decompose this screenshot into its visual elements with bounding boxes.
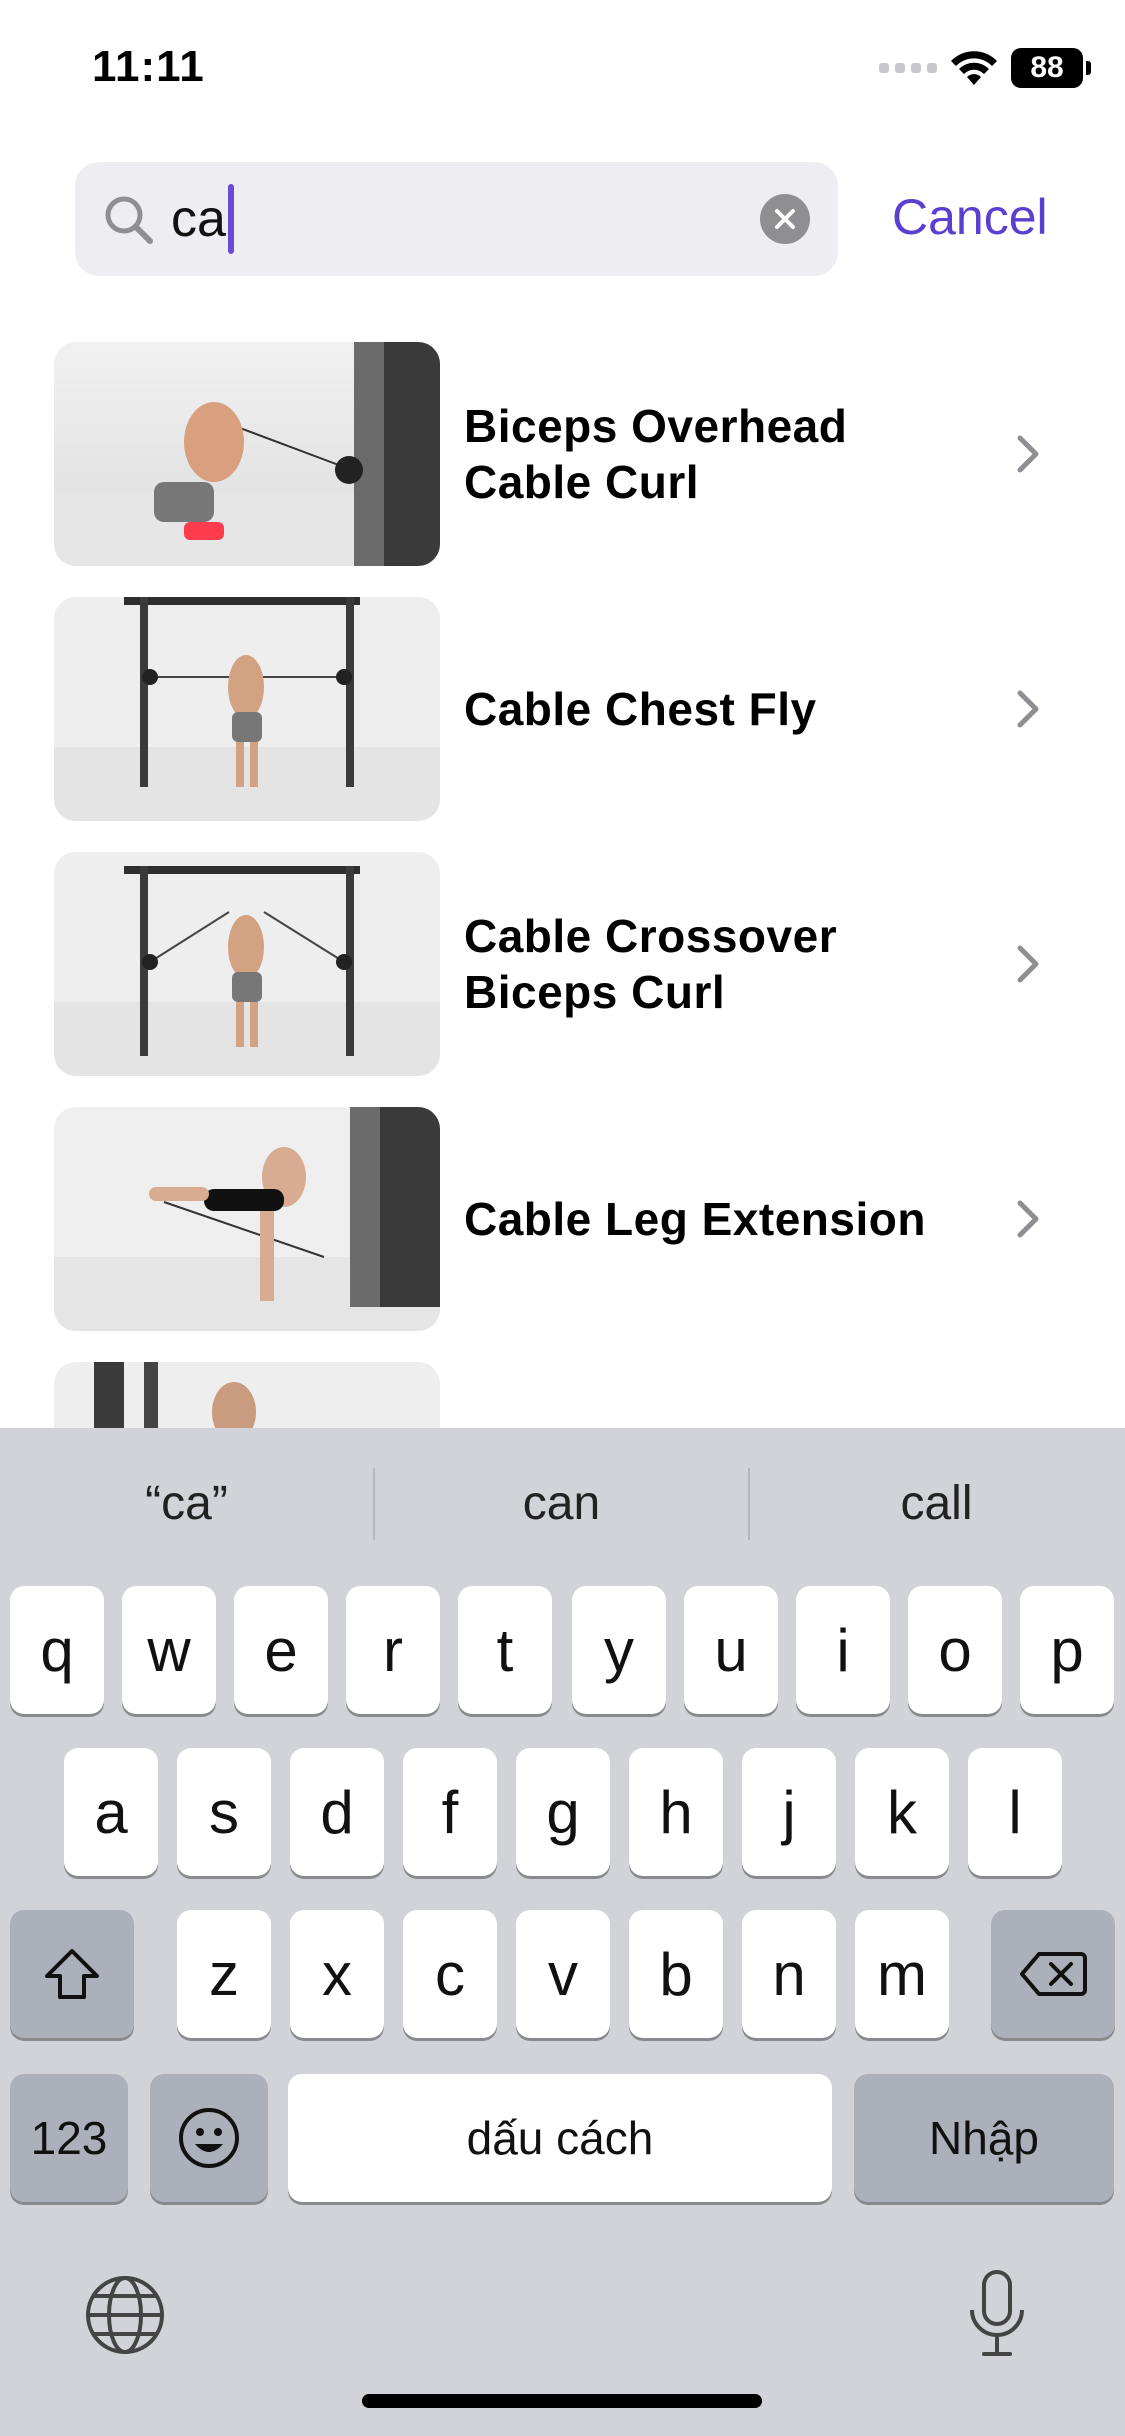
clear-search-button[interactable]	[760, 194, 810, 244]
key-m[interactable]: m	[855, 1910, 949, 2038]
emoji-key[interactable]	[150, 2074, 268, 2202]
result-item[interactable]	[54, 1362, 1074, 1428]
suggestion-3[interactable]: call	[750, 1476, 1123, 1531]
status-indicators: 88	[879, 48, 1091, 88]
result-item[interactable]: Cable Leg Extension	[54, 1107, 1074, 1331]
key-c[interactable]: c	[403, 1910, 497, 2038]
battery-icon: 88	[1011, 48, 1091, 88]
result-title: Cable Chest Fly	[464, 683, 817, 735]
key-v[interactable]: v	[516, 1910, 610, 2038]
chevron-right-icon	[1017, 1200, 1039, 1238]
exercise-thumbnail	[54, 852, 440, 1076]
return-key[interactable]: Nhập	[854, 2074, 1114, 2202]
exercise-thumbnail	[54, 1362, 440, 1428]
result-item[interactable]: Cable Chest Fly	[54, 597, 1074, 821]
keyboard: “ca” can call q w e r t y u i o p a s d …	[0, 1428, 1125, 2436]
suggestion-bar: “ca” can call	[0, 1428, 1125, 1578]
suggestion-1[interactable]: “ca”	[0, 1476, 373, 1531]
key-x[interactable]: x	[290, 1910, 384, 2038]
key-t[interactable]: t	[458, 1586, 552, 1714]
key-d[interactable]: d	[290, 1748, 384, 1876]
key-b[interactable]: b	[629, 1910, 723, 2038]
shift-key[interactable]	[10, 1910, 134, 2038]
microphone-icon[interactable]	[966, 2268, 1028, 2360]
key-i[interactable]: i	[796, 1586, 890, 1714]
key-z[interactable]: z	[177, 1910, 271, 2038]
result-item[interactable]: Cable Crossover Biceps Curl	[54, 852, 1074, 1076]
exercise-thumbnail	[54, 597, 440, 821]
key-s[interactable]: s	[177, 1748, 271, 1876]
wifi-icon	[951, 51, 997, 85]
search-input[interactable]: ca	[171, 184, 234, 254]
emoji-icon	[179, 2108, 239, 2168]
text-caret	[227, 184, 234, 254]
home-indicator	[362, 2394, 762, 2408]
cellular-signal-icon	[879, 63, 937, 73]
key-w[interactable]: w	[122, 1586, 216, 1714]
key-h[interactable]: h	[629, 1748, 723, 1876]
key-e[interactable]: e	[234, 1586, 328, 1714]
key-n[interactable]: n	[742, 1910, 836, 2038]
battery-level: 88	[1030, 51, 1064, 84]
result-item[interactable]: Biceps Overhead Cable Curl	[54, 342, 1074, 566]
delete-key[interactable]	[991, 1910, 1115, 2038]
backspace-icon	[1020, 1952, 1087, 1996]
key-y[interactable]: y	[572, 1586, 666, 1714]
key-u[interactable]: u	[684, 1586, 778, 1714]
key-j[interactable]: j	[742, 1748, 836, 1876]
search-icon	[105, 196, 153, 244]
chevron-right-icon	[1017, 435, 1039, 473]
key-p[interactable]: p	[1020, 1586, 1114, 1714]
exercise-thumbnail	[54, 1107, 440, 1331]
shift-icon	[45, 1949, 99, 1999]
key-l[interactable]: l	[968, 1748, 1062, 1876]
result-title: Cable Crossover Biceps Curl	[464, 910, 838, 1018]
key-k[interactable]: k	[855, 1748, 949, 1876]
key-g[interactable]: g	[516, 1748, 610, 1876]
search-field[interactable]: ca	[75, 162, 838, 276]
key-r[interactable]: r	[346, 1586, 440, 1714]
numbers-key[interactable]: 123	[10, 2074, 128, 2202]
chevron-right-icon	[1017, 945, 1039, 983]
suggestion-2[interactable]: can	[375, 1476, 748, 1531]
space-key[interactable]: dấu cách	[288, 2074, 832, 2202]
key-o[interactable]: o	[908, 1586, 1002, 1714]
status-time: 11:11	[92, 42, 205, 91]
key-f[interactable]: f	[403, 1748, 497, 1876]
key-a[interactable]: a	[64, 1748, 158, 1876]
key-q[interactable]: q	[10, 1586, 104, 1714]
result-title: Cable Leg Extension	[464, 1193, 926, 1245]
exercise-thumbnail	[54, 342, 440, 566]
close-icon	[775, 209, 795, 229]
result-title: Biceps Overhead Cable Curl	[464, 400, 848, 508]
cancel-button[interactable]: Cancel	[892, 188, 1048, 246]
chevron-right-icon	[1017, 690, 1039, 728]
search-query: ca	[171, 190, 226, 248]
globe-icon[interactable]	[84, 2274, 166, 2356]
